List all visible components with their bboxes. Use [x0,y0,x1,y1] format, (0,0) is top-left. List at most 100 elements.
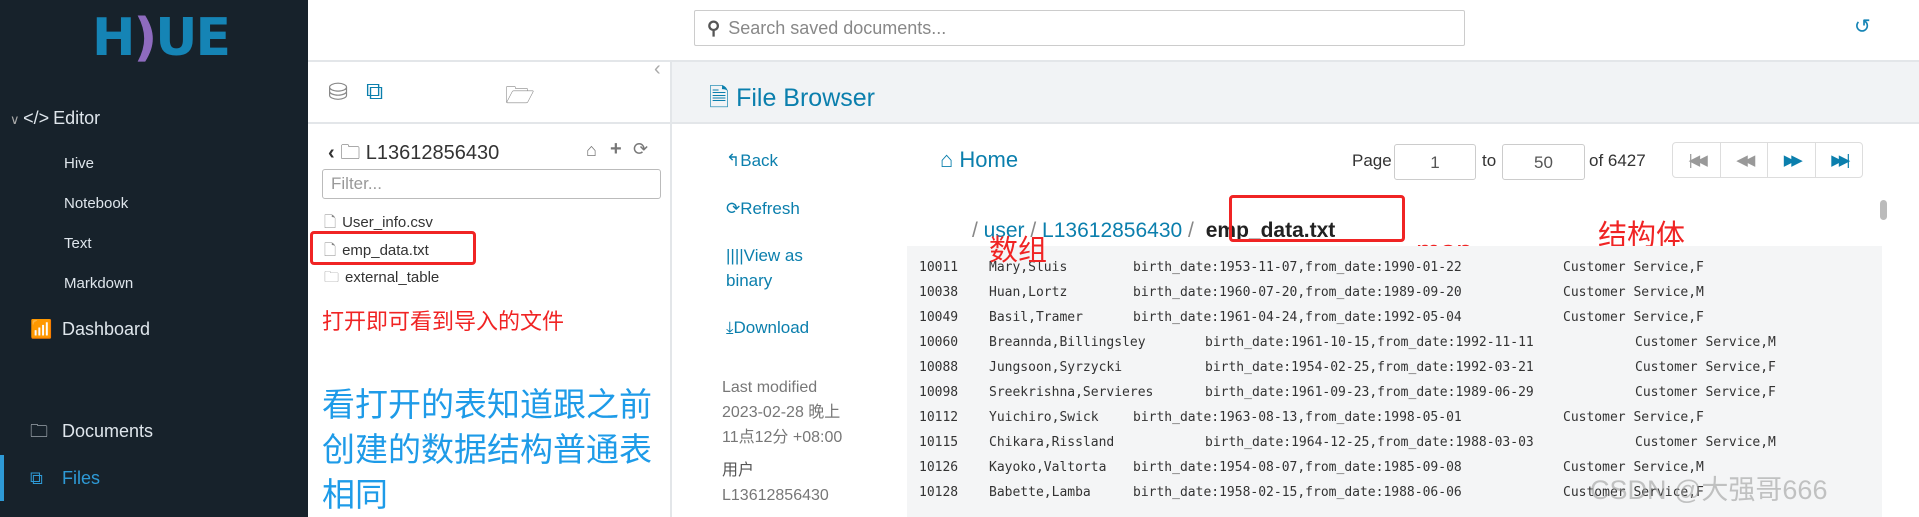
panel-header: ⛁ ⧉ 🗁 ‹ [308,58,670,124]
last-page-button[interactable]: ▶▶| [1816,143,1863,177]
file-item[interactable]: 🗋 emp_data.txt [324,240,429,265]
last-modified-date: 2023-02-28 晚上 [722,404,841,421]
user-value: L13612856430 [722,487,829,504]
history-icon[interactable]: ↺ [1854,14,1871,39]
code-icon: </> [23,108,50,128]
search-placeholder: Search saved documents... [728,18,947,38]
note-line: 创建的数据结构普通表 [322,431,652,468]
file-icon: 🗋 [324,214,337,231]
reply-icon: ↰ [726,151,741,170]
page-to-input[interactable]: 50 [1502,144,1585,180]
label: Back [740,151,779,170]
folder-name: L13612856430 [365,142,500,164]
emp-dates: birth_date:1961-09-23,from_date:1989-06-… [1205,385,1534,400]
note-line: 看打开的表知道跟之前 [322,386,652,423]
scrollbar[interactable] [1880,200,1887,220]
plus-icon[interactable]: + [610,138,622,161]
next-page-button[interactable]: ▶▶ [1768,143,1816,177]
note-line: 相同 [322,476,388,513]
filter-input[interactable]: Filter... [322,169,661,199]
first-page-button[interactable]: |◀◀ [1673,143,1721,177]
sidebar-item-files[interactable]: ⧉ Files [30,468,100,489]
refresh-button[interactable]: ⟳Refresh [726,196,800,221]
sidebar-item-editor[interactable]: ∨ </> Editor [10,108,100,129]
back-icon[interactable]: ‹ [328,142,335,164]
emp-dates: birth_date:1963-08-13,from_date:1998-05-… [1133,410,1462,425]
sidebar-item-label: Documents [62,421,154,441]
emp-dates: birth_date:1961-10-15,from_date:1992-11-… [1205,335,1534,350]
search-input[interactable]: ⚲ Search saved documents... [694,10,1465,46]
emp-name: Breannda,Billingsley [989,335,1146,350]
emp-dept: Customer Service,M [1635,335,1776,350]
sidebar-item-hive[interactable]: Hive [64,155,94,172]
annotation-array: 数组 [989,235,1048,267]
chevron-down-icon: ∨ [10,112,24,127]
sidebar-item-label: Editor [53,108,101,128]
files-icon: ⧉ [30,468,43,488]
emp-id: 10112 [919,410,959,425]
watermark: CSDN @大强哥666 [1590,475,1828,505]
emp-dept: Customer Service,F [1563,310,1704,325]
prev-page-button[interactable]: ◀◀ [1721,143,1768,177]
home-icon[interactable]: ⌂ [586,140,597,161]
page-from-input[interactable]: 1 [1394,144,1476,180]
emp-name: Jungsoon,Syrzycki [989,360,1123,375]
emp-name: Basil,Tramer [989,310,1083,325]
user-label: 用户 [722,462,755,479]
file-icon: 🗋 [324,242,337,259]
file-name: emp_data.txt [342,242,429,259]
page-title: 🗎 File Browser [709,79,875,122]
refresh-icon[interactable]: ⟳ [633,139,648,160]
last-modified-time: 11点12分 +08:00 [722,429,843,446]
active-indicator [0,455,4,501]
pagination: |◀◀ ◀◀ ▶▶ ▶▶| [1672,142,1863,178]
emp-dept: Customer Service,M [1563,285,1704,300]
emp-id: 10115 [919,435,959,450]
emp-dept: Customer Service,F [1563,410,1704,425]
page-label: Page [1352,151,1392,170]
refresh-icon: ⟳ [726,199,741,218]
folder-item[interactable]: 🗀 external_table [324,267,439,292]
chart-icon: 📶 [30,319,53,339]
database-icon[interactable]: ⛁ [328,78,348,107]
emp-dept: Customer Service,M [1635,435,1776,450]
highlight-box [1229,195,1405,242]
emp-name: Babette,Lamba [989,485,1091,500]
files-icon[interactable]: ⧉ [366,78,383,106]
view-as-binary-button[interactable]: ||||View as binary [726,243,803,293]
emp-dates: birth_date:1964-12-25,from_date:1988-03-… [1205,435,1534,450]
emp-id: 10011 [919,260,959,275]
annotation-compare-note: 看打开的表知道跟之前 创建的数据结构普通表 相同 [322,382,672,517]
back-button[interactable]: ↰Back [726,148,778,173]
emp-name: Sreekrishna,Servieres [989,385,1154,400]
folder-icon: 🗀 [324,269,340,286]
sidebar-item-documents[interactable]: 🗀 Documents [30,419,153,449]
download-button[interactable]: ⤓Download [726,315,809,340]
sidebar-item-markdown[interactable]: Markdown [64,275,133,292]
to-label: to [1482,151,1497,170]
emp-dept: Customer Service,F [1635,360,1776,375]
file-browser-header: 🗎 File Browser [672,62,1919,124]
home-icon: ⌂ [940,147,954,172]
folder-icon: 🗀 [340,142,361,164]
page-total: of 6427 [1589,151,1646,170]
last-modified-label: Last modified [722,379,818,396]
left-assist-panel: ⛁ ⧉ 🗁 ‹ ‹ 🗀 L13612856430 ⌂ + ⟳ Filter...… [308,58,672,517]
emp-id: 10060 [919,335,959,350]
hue-logo[interactable]: H)UE [92,8,231,68]
annotation-open-note: 打开即可看到导入的文件 [322,309,565,334]
path-segment[interactable]: L13612856430 [1042,219,1182,242]
emp-id: 10126 [919,460,959,475]
emp-dates: birth_date:1960-07-20,from_date:1989-09-… [1133,285,1462,300]
sidebar-item-dashboard[interactable]: 📶 Dashboard [30,319,150,340]
barcode-icon: |||| [726,246,744,265]
collapse-panel-icon[interactable]: ‹ [654,58,661,81]
emp-dates: birth_date:1961-04-24,from_date:1992-05-… [1133,310,1462,325]
sidebar-item-text[interactable]: Text [64,235,92,252]
emp-name: Kayoko,Valtorta [989,460,1107,475]
emp-name: Chikara,Rissland [989,435,1115,450]
documents-icon[interactable]: 🗁 [505,78,535,119]
sidebar-item-notebook[interactable]: Notebook [64,195,128,212]
home-link[interactable]: ⌂ Home [940,147,1018,173]
sidebar-item-label: Dashboard [62,319,151,339]
